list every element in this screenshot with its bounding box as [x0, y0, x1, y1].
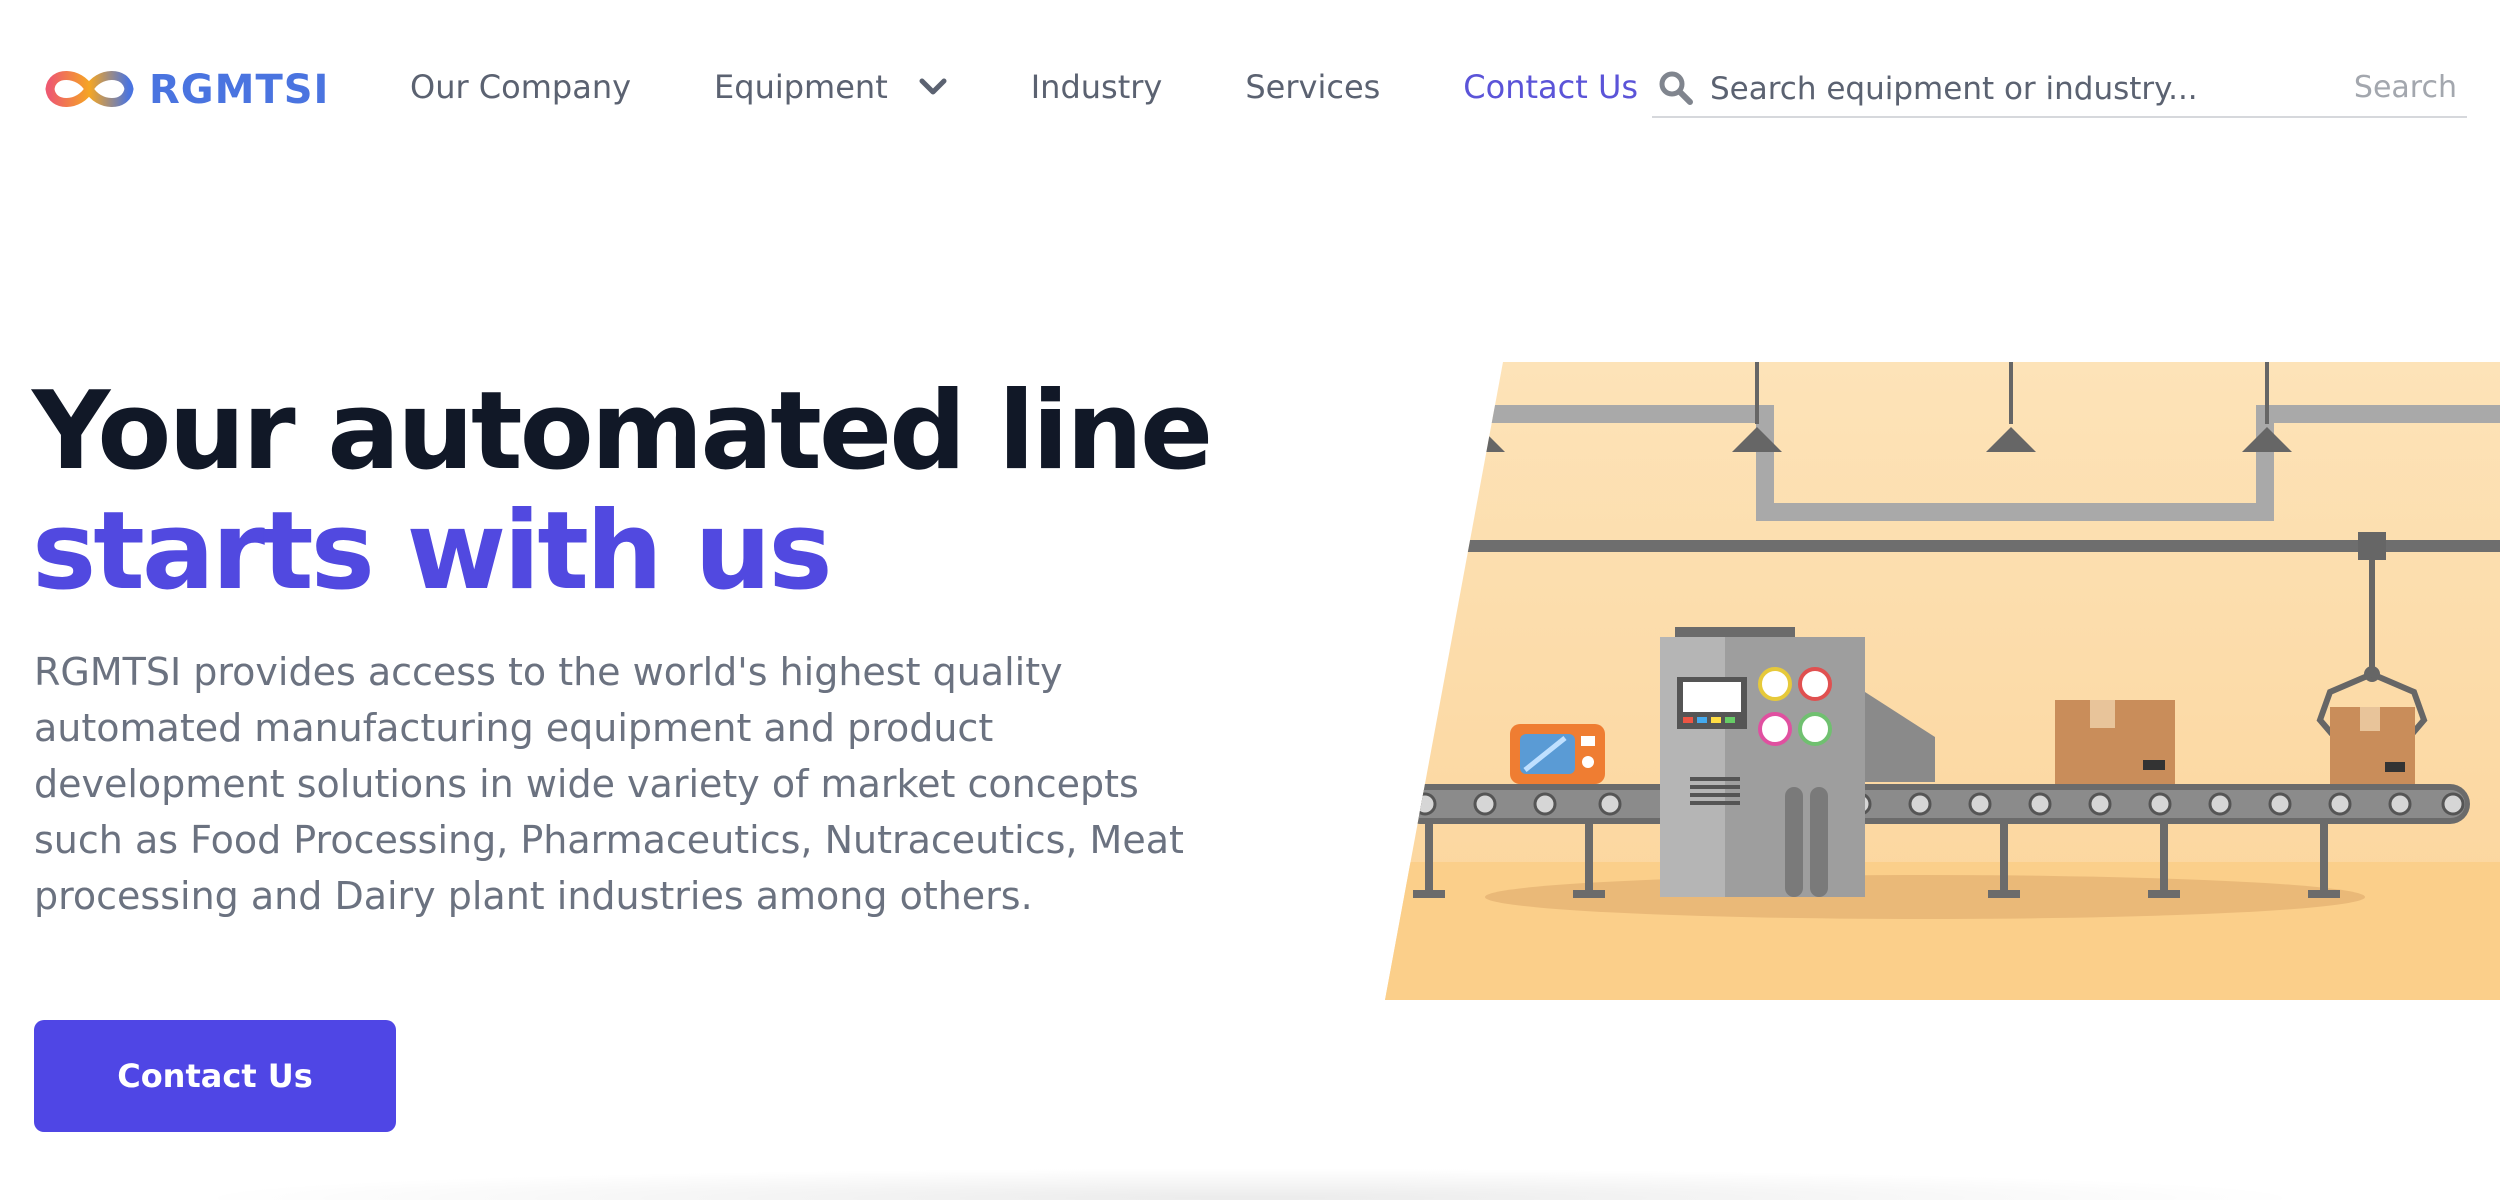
hero-title-line2: starts with us [32, 489, 833, 614]
nav-label: Contact Us [1463, 68, 1639, 106]
cardboard-box-icon [2330, 707, 2415, 784]
nav-equipment[interactable]: Equipment [714, 68, 948, 106]
brand-name: RGMTSI [149, 66, 330, 113]
nav-label: Our Company [410, 68, 632, 106]
nav-industry[interactable]: Industry [1031, 68, 1163, 106]
nav-services[interactable]: Services [1245, 68, 1380, 106]
site-header: RGMTSI Our Company Equipment Industry Se… [0, 0, 2500, 185]
main-nav: Our Company Equipment Industry Services … [410, 68, 1638, 106]
nav-our-company[interactable]: Our Company [410, 68, 631, 106]
search-input[interactable] [1710, 68, 2330, 110]
cardboard-box-icon [2055, 700, 2175, 784]
nav-contact-us[interactable]: Contact Us [1463, 68, 1638, 106]
nav-label: Equipment [714, 68, 888, 106]
search-bar: Search [1652, 62, 2467, 118]
contact-us-button[interactable]: Contact Us [34, 1020, 396, 1132]
hero-title-line1: Your automated line [32, 369, 1213, 494]
search-icon [1659, 71, 1693, 105]
page: RGMTSI Our Company Equipment Industry Se… [0, 0, 2500, 1200]
chevron-down-icon [919, 78, 947, 95]
hero-title: Your automated line starts with us [32, 372, 1332, 612]
hero-description: RGMTSI provides access to the world's hi… [34, 650, 1184, 918]
nav-label: Services [1245, 68, 1381, 106]
section-divider-shadow [180, 1168, 2320, 1200]
nav-label: Industry [1030, 68, 1163, 106]
infinity-logo-icon [45, 71, 134, 107]
search-button[interactable]: Search [2354, 70, 2457, 105]
brand-logo[interactable]: RGMTSI [42, 62, 329, 117]
factory-conveyor-illustration [1385, 362, 2500, 1000]
orange-device-icon [1510, 724, 1605, 784]
